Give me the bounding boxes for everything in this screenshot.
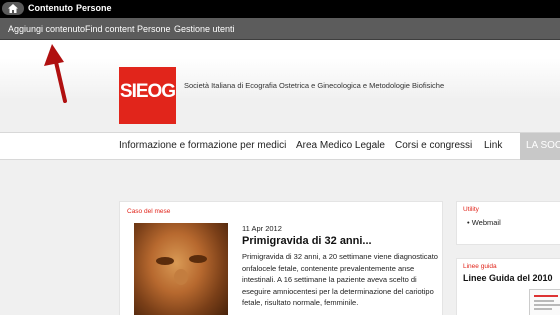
red-arrow-icon [44, 44, 67, 103]
